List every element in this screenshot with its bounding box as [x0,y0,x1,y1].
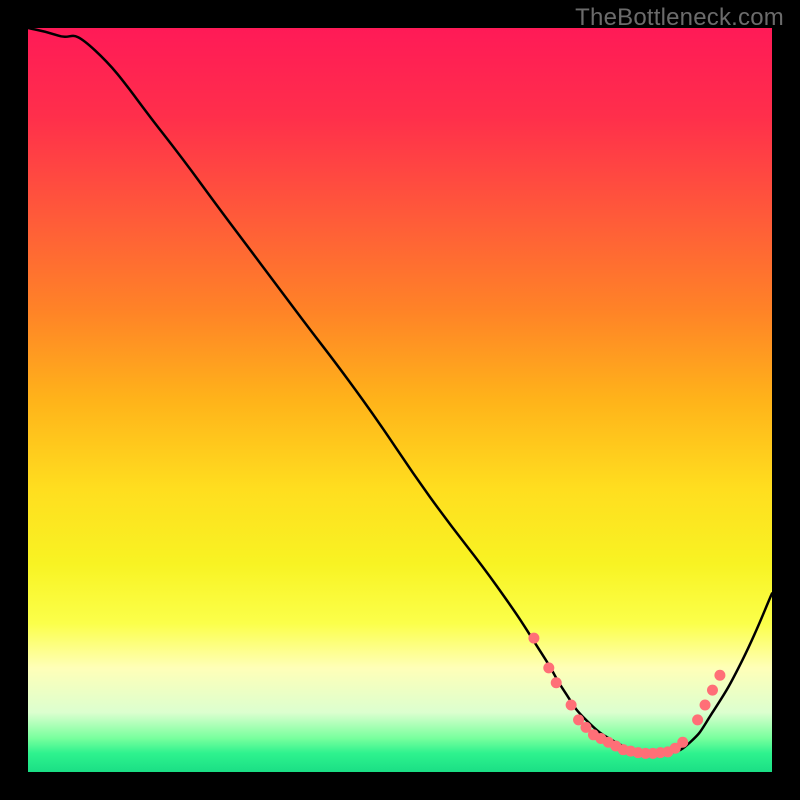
highlight-dot [677,737,688,748]
highlight-dot [543,662,554,673]
highlight-dot [707,685,718,696]
highlight-dot [528,633,539,644]
highlight-dot [700,700,711,711]
highlight-dot [551,677,562,688]
chart-svg [28,28,772,772]
chart-frame: TheBottleneck.com [0,0,800,800]
plot-area [28,28,772,772]
watermark-text: TheBottleneck.com [575,4,784,32]
gradient-background [28,28,772,772]
highlight-dot [692,714,703,725]
highlight-dot [566,700,577,711]
highlight-dot [714,670,725,681]
